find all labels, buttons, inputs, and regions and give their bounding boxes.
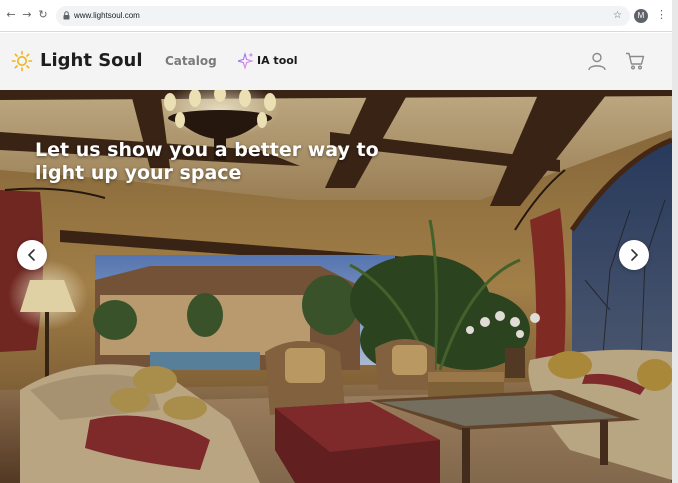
sparkle-icon <box>238 52 254 70</box>
hero-headline-line-1: Let us show you a better way to <box>35 139 379 161</box>
lock-icon <box>63 11 70 20</box>
window-edge <box>672 0 678 483</box>
hero-headline: Let us show you a better way to light up… <box>35 139 395 185</box>
nav-link-ia-tool-label: IA tool <box>257 54 298 67</box>
chevron-right-icon <box>631 249 638 261</box>
chevron-left-icon <box>28 249 35 261</box>
sun-logo-icon[interactable] <box>11 50 33 72</box>
cart-icon[interactable] <box>625 52 645 70</box>
carousel-prev-button[interactable] <box>17 240 47 270</box>
url-text[interactable]: www.lightsoul.com <box>74 9 140 23</box>
kebab-menu-icon[interactable]: ⋮ <box>656 8 667 22</box>
brand-name[interactable]: Light Soul <box>40 49 143 73</box>
site-header: Light Soul Catalog IA tool <box>0 33 672 90</box>
profile-avatar[interactable]: M <box>634 9 648 23</box>
nav-link-catalog[interactable]: Catalog <box>165 53 217 69</box>
forward-arrow-icon[interactable]: → <box>20 8 34 22</box>
hero-banner: Let us show you a better way to light up… <box>0 90 672 483</box>
back-arrow-icon[interactable]: ← <box>4 8 18 22</box>
browser-toolbar: ← → ↻ www.lightsoul.com ☆ M ⋮ <box>0 0 672 32</box>
user-icon[interactable] <box>587 51 607 71</box>
carousel-next-button[interactable] <box>619 240 649 270</box>
reload-icon[interactable]: ↻ <box>36 8 50 22</box>
address-bar[interactable]: www.lightsoul.com ☆ <box>56 6 630 26</box>
star-icon[interactable]: ☆ <box>613 8 622 24</box>
hero-headline-line-2: light up your space <box>35 162 242 184</box>
